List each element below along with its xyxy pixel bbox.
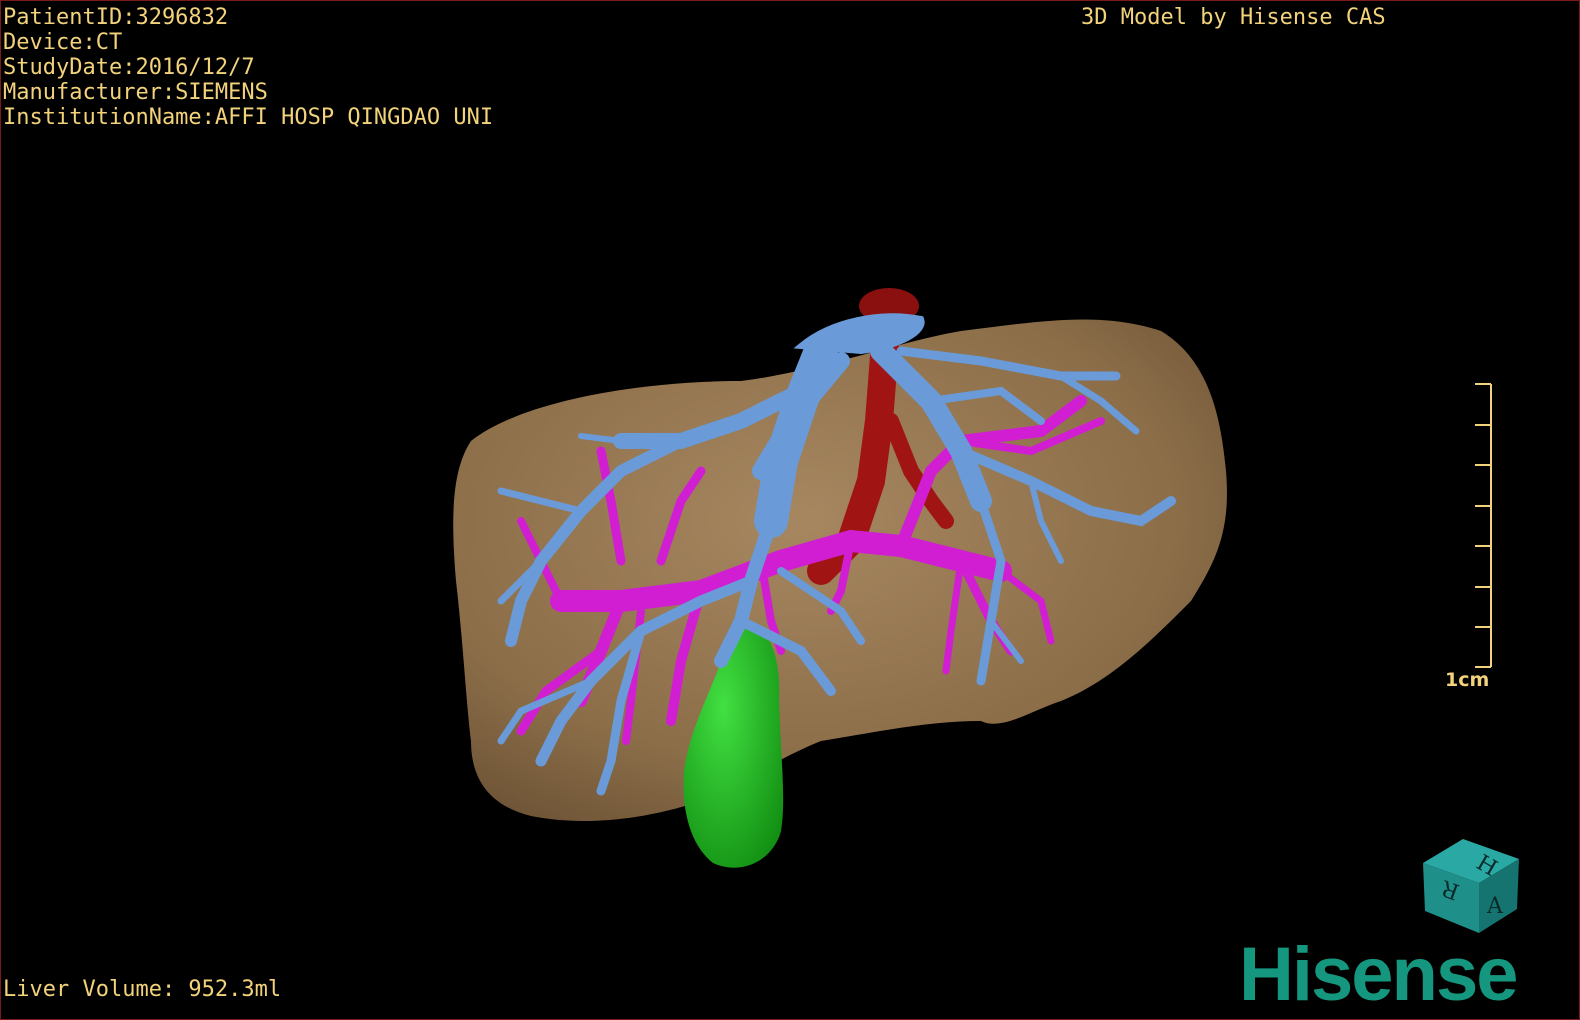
patient-id: PatientID:3296832 xyxy=(3,5,229,30)
patient-info-overlay: PatientID:3296832 Device:CT StudyDate:2016… xyxy=(3,5,493,130)
study-date: StudyDate:2016/12/7 xyxy=(3,55,255,80)
hisense-logo: Hisense xyxy=(1239,932,1518,1017)
device: Device:CT xyxy=(3,30,123,55)
3d-viewport[interactable]: H R A PatientID:3296832 Device:CT StudyDat… xyxy=(0,0,1580,1020)
liver-3d-model[interactable]: H R A xyxy=(1,1,1579,1019)
institution-name: InstitutionName:AFFI HOSP QINGDAO UNI xyxy=(3,105,494,130)
orientation-cube[interactable]: H R A xyxy=(1423,839,1519,933)
model-credit: 3D Model by Hisense CAS xyxy=(1081,5,1386,30)
scale-bar xyxy=(1475,383,1492,668)
manufacturer: Manufacturer:SIEMENS xyxy=(3,80,268,105)
cube-face-a: A xyxy=(1486,894,1504,919)
liver-volume: Liver Volume: 952.3ml xyxy=(3,977,282,1002)
scale-bar-label: 1cm xyxy=(1445,669,1490,691)
